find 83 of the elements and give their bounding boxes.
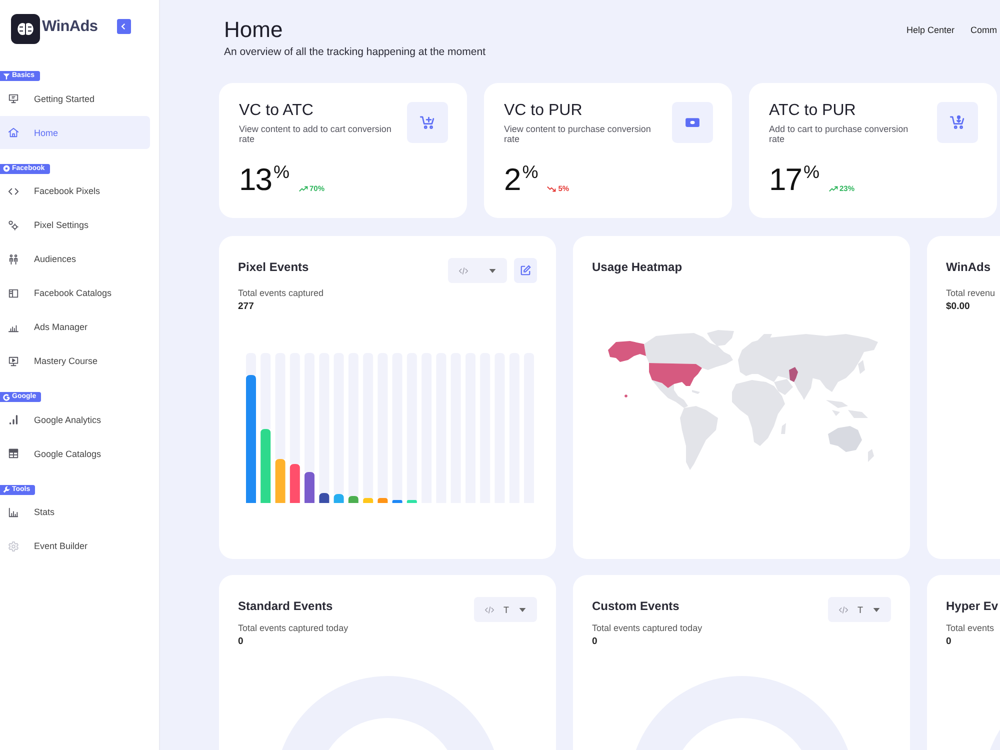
card-total: 277 xyxy=(238,301,255,313)
code-icon xyxy=(838,606,848,614)
brain-icon xyxy=(11,14,40,44)
cart-plus-icon xyxy=(407,102,448,143)
chart-bar xyxy=(392,500,402,503)
nav-item[interactable]: Mastery Course xyxy=(0,344,150,378)
code-icon xyxy=(459,266,468,274)
card-total: 0 xyxy=(592,636,598,648)
card-title: Hyper Ev xyxy=(946,598,998,615)
nav-item[interactable]: Google Catalogs xyxy=(0,437,150,470)
nav-link[interactable]: Comm xyxy=(970,24,997,36)
card-title: ATC to PUR xyxy=(769,102,857,120)
wrench-icon xyxy=(3,486,10,493)
people-icon xyxy=(8,254,19,264)
card-caption: Total events captured xyxy=(238,287,325,299)
card-title: VC to PUR xyxy=(504,102,584,120)
gears-icon xyxy=(8,220,19,230)
banknote-icon xyxy=(672,102,713,143)
chart-bar xyxy=(275,459,286,503)
nav-link[interactable]: Help Center xyxy=(906,24,954,36)
logo-text: WinAds xyxy=(42,17,98,37)
stat-value: 2$^{%}$ xyxy=(504,163,538,197)
card-total: 0 xyxy=(238,636,244,648)
monitor-icon xyxy=(8,93,19,104)
nav-item[interactable]: Facebook Pixels xyxy=(0,174,150,208)
page-subtitle: An overview of all the tracking happening at the moment xyxy=(224,45,486,59)
nav-item[interactable]: Home xyxy=(0,116,150,149)
nav-item[interactable]: Facebook Catalogs xyxy=(0,276,150,310)
chart-bar xyxy=(304,472,314,503)
card-total: 0 xyxy=(946,636,952,648)
layout-icon xyxy=(8,288,19,298)
chart-bar xyxy=(378,498,388,503)
rising-bars-icon xyxy=(8,414,19,425)
caret-icon xyxy=(519,608,526,612)
chart-bar xyxy=(290,464,300,503)
card-title: Custom Events xyxy=(592,598,680,615)
card-total: $0.00 xyxy=(946,301,971,313)
card-caption: Total revenu xyxy=(946,287,996,299)
chart-bar xyxy=(319,493,330,503)
code-icon xyxy=(8,186,19,196)
bar-chart-icon xyxy=(8,506,19,518)
card-title: WinAds xyxy=(946,259,991,276)
funnel-icon xyxy=(3,72,10,80)
filter-dropdown[interactable]: T xyxy=(474,597,537,622)
filter-dropdown[interactable]: T xyxy=(828,597,891,622)
card-description: View content to add to cart conversion rate xyxy=(239,124,392,144)
nav-item[interactable]: Getting Started xyxy=(0,82,150,115)
house-icon xyxy=(8,127,19,138)
chart-bar xyxy=(348,496,358,503)
stat-value: 17$^{%}$ xyxy=(769,163,820,197)
edit-icon xyxy=(520,265,531,276)
stat-value: 13$^{%}$ xyxy=(239,163,290,197)
g-icon xyxy=(3,394,10,400)
card-description: View content to purchase conversion rate xyxy=(504,124,652,144)
highlighted-country xyxy=(788,367,798,382)
gear-icon xyxy=(8,540,19,552)
chevron-left-icon xyxy=(120,23,128,30)
card-caption: Total events captured today xyxy=(592,622,704,634)
chart-bar xyxy=(406,500,417,503)
nav-item[interactable]: Event Builder xyxy=(0,530,150,562)
cart-icon xyxy=(937,102,978,143)
caret-icon xyxy=(873,608,880,612)
nav-item[interactable]: Audiences xyxy=(0,242,150,276)
card-title: VC to ATC xyxy=(239,102,314,120)
nav-item[interactable]: Stats xyxy=(0,496,150,528)
page-title: Home xyxy=(224,17,284,43)
edit-button[interactable] xyxy=(514,258,537,283)
table-icon xyxy=(8,448,19,459)
chart-bar xyxy=(363,498,374,503)
collapse-button[interactable] xyxy=(116,19,131,34)
card-title: Pixel Events xyxy=(238,259,309,276)
card-caption: Total events xyxy=(946,622,996,634)
card-title: Usage Heatmap xyxy=(592,259,682,276)
nav-item[interactable]: Pixel Settings xyxy=(0,208,150,242)
caret-icon xyxy=(489,268,496,272)
card-caption: Total events captured today xyxy=(238,622,350,634)
card-description: Add to cart to purchase conversion rate xyxy=(769,124,910,144)
chart-bar xyxy=(334,494,344,503)
code-icon xyxy=(484,606,494,614)
screen-icon xyxy=(8,356,19,366)
card-title: Standard Events xyxy=(238,598,333,615)
nav-item[interactable]: Ads Manager xyxy=(0,310,150,344)
nav-item[interactable]: Google Analytics xyxy=(0,403,150,436)
